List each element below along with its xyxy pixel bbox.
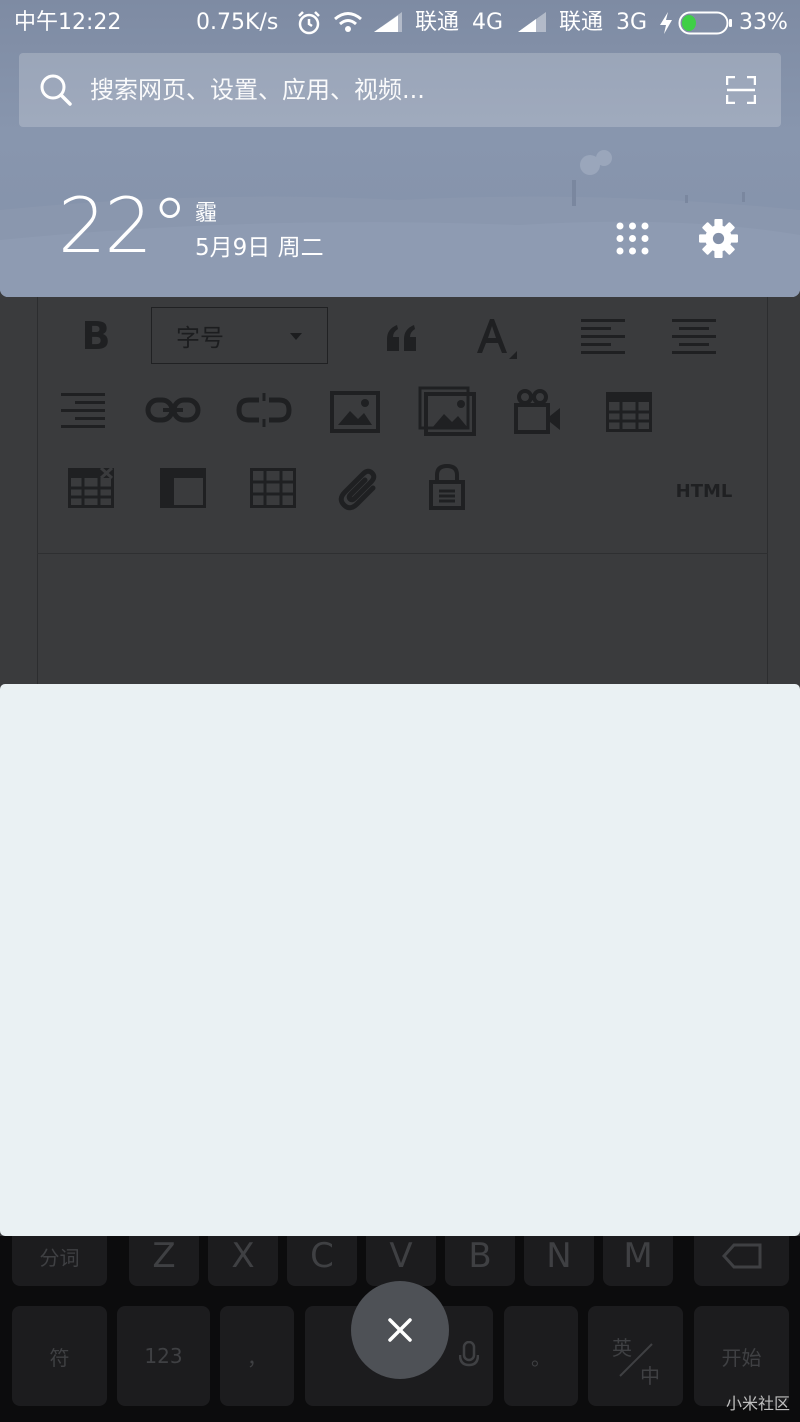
search-input[interactable]: 搜索网页、设置、应用、视频... (90, 74, 425, 106)
app-grid-icon[interactable] (616, 222, 649, 255)
editor-frame (37, 296, 768, 716)
backspace-icon (721, 1243, 761, 1269)
battery-icon (678, 11, 734, 43)
delete-table-icon[interactable] (68, 468, 114, 508)
quote-icon[interactable] (382, 318, 422, 358)
bold-button[interactable]: B (76, 314, 116, 358)
network-type-2: 3G (616, 10, 648, 35)
status-bar: 中午12:22 0.75K/s 联通 4G 联通 3G 33% (0, 0, 800, 46)
notification-shade: 中午12:22 0.75K/s 联通 4G 联通 3G 33% 搜索网页、设置、… (0, 0, 800, 297)
wifi-icon (333, 11, 363, 41)
gear-icon[interactable] (698, 218, 739, 259)
weather-date: 5月9日 周二 (195, 235, 324, 261)
font-size-select[interactable]: 字号 (151, 307, 328, 364)
html-mode-button[interactable]: HTML (664, 474, 744, 508)
key-symbols[interactable]: 符 (12, 1306, 107, 1406)
alarm-icon (296, 10, 322, 44)
signal-icon-2 (518, 12, 546, 40)
search-box[interactable]: 搜索网页、设置、应用、视频... (19, 53, 781, 127)
link-icon[interactable] (145, 394, 201, 426)
charging-icon (659, 12, 673, 42)
align-left-icon[interactable] (580, 316, 626, 356)
status-time: 中午12:22 (14, 10, 122, 35)
video-icon[interactable] (514, 388, 562, 434)
content-panel (0, 684, 800, 1236)
search-icon (40, 74, 72, 106)
align-right-icon[interactable] (60, 390, 106, 430)
unlink-icon[interactable] (235, 392, 293, 428)
close-icon (388, 1318, 412, 1342)
key-123[interactable]: 123 (117, 1306, 210, 1406)
table-column-icon[interactable] (160, 468, 206, 508)
table-grid-icon[interactable] (250, 468, 296, 508)
lock-icon[interactable] (427, 464, 467, 510)
toolbar-divider (37, 553, 768, 554)
image-icon[interactable] (330, 390, 380, 434)
carrier1: 联通 (415, 10, 460, 35)
align-center-icon[interactable] (671, 316, 717, 356)
key-comma[interactable]: ， (220, 1306, 294, 1406)
caret-down-icon (290, 333, 302, 340)
attachment-icon[interactable] (336, 466, 384, 512)
watermark: 小米社区 (726, 1394, 791, 1413)
network-type-1: 4G (472, 10, 504, 35)
battery-percent: 33% (739, 10, 788, 35)
signal-icon (374, 12, 402, 40)
font-size-label: 字号 (176, 324, 224, 352)
microphone-icon (459, 1341, 479, 1367)
table-icon[interactable] (605, 391, 653, 433)
close-button[interactable] (351, 1281, 449, 1379)
font-color-icon[interactable] (470, 312, 520, 362)
gallery-icon[interactable] (418, 386, 476, 436)
slash-divider-icon (619, 1343, 653, 1377)
scan-icon[interactable] (726, 76, 756, 104)
temperature[interactable]: 22° (58, 180, 189, 272)
weather-condition: 霾 (195, 201, 218, 226)
key-period[interactable]: 。 (504, 1306, 578, 1406)
carrier2: 联通 (559, 10, 604, 35)
key-language-switch[interactable]: 英 中 (588, 1306, 683, 1406)
net-speed: 0.75K/s (196, 10, 279, 35)
